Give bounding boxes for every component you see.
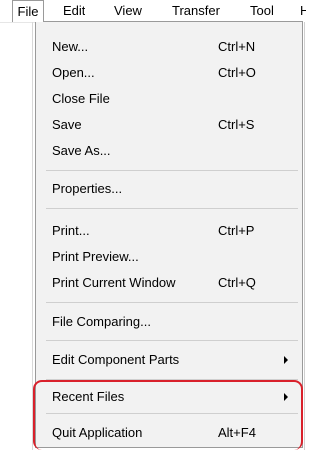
menubar-file[interactable]: File bbox=[12, 0, 44, 22]
menu-item-label: Save As... bbox=[52, 143, 111, 158]
menu-item-label: File Comparing... bbox=[52, 314, 151, 329]
menubar-help[interactable]: H bbox=[300, 0, 306, 21]
menu-item-label: Open... bbox=[52, 65, 95, 80]
menu-item-label: Properties... bbox=[52, 181, 123, 196]
window-edge-left bbox=[32, 22, 33, 450]
menu-item-label: Print... bbox=[52, 223, 90, 238]
menu-item-label: Save bbox=[52, 117, 82, 132]
menu-item-shortcut: Ctrl+Q bbox=[218, 275, 256, 290]
menu-item-shortcut: Ctrl+S bbox=[218, 117, 255, 132]
menu-separator bbox=[46, 340, 298, 341]
menubar-transfer[interactable]: Transfer bbox=[172, 0, 220, 21]
menu-item-label: New... bbox=[52, 39, 89, 54]
menu-item-label: Print Current Window bbox=[52, 275, 176, 290]
menu-item-shortcut: Ctrl+P bbox=[218, 223, 255, 238]
menu-item-open[interactable]: Open... Ctrl+O bbox=[36, 61, 302, 85]
menubar-view[interactable]: View bbox=[114, 0, 142, 21]
menu-item-label: Recent Files bbox=[52, 389, 125, 404]
menu-item-close-file[interactable]: Close File bbox=[36, 87, 302, 111]
menu-item-recent-files[interactable]: Recent Files bbox=[36, 385, 302, 409]
menu-separator bbox=[46, 302, 298, 303]
submenu-arrow-icon bbox=[284, 393, 288, 401]
menu-item-file-comparing[interactable]: File Comparing... bbox=[36, 310, 302, 334]
menubar-edit[interactable]: Edit bbox=[63, 0, 85, 21]
menu-item-label: Edit Component Parts bbox=[52, 352, 180, 367]
menu-separator bbox=[46, 208, 298, 209]
menu-item-edit-component-parts[interactable]: Edit Component Parts bbox=[36, 348, 302, 372]
submenu-arrow-icon bbox=[284, 356, 288, 364]
menu-item-shortcut: Alt+F4 bbox=[218, 425, 256, 440]
window-edge-right-line bbox=[304, 22, 305, 450]
file-menu-dropdown: New... Ctrl+N Open... Ctrl+O Close File … bbox=[35, 21, 303, 448]
menu-separator bbox=[46, 413, 298, 414]
menu-item-label: Print Preview... bbox=[52, 249, 139, 264]
menu-item-save-as[interactable]: Save As... bbox=[36, 139, 302, 163]
menu-item-shortcut: Ctrl+N bbox=[218, 39, 256, 54]
menu-item-print-preview[interactable]: Print Preview... bbox=[36, 245, 302, 269]
menu-item-properties[interactable]: Properties... bbox=[36, 177, 302, 201]
menu-separator bbox=[46, 170, 298, 171]
menu-item-quit-application[interactable]: Quit Application Alt+F4 bbox=[36, 421, 302, 445]
menubar-tool[interactable]: Tool bbox=[250, 0, 274, 21]
menu-item-shortcut: Ctrl+O bbox=[218, 65, 256, 80]
menu-item-label: Quit Application bbox=[52, 425, 143, 440]
menu-separator bbox=[46, 379, 298, 380]
menu-item-save[interactable]: Save Ctrl+S bbox=[36, 113, 302, 137]
menu-item-new[interactable]: New... Ctrl+N bbox=[36, 35, 302, 59]
menu-item-print-current-window[interactable]: Print Current Window Ctrl+Q bbox=[36, 271, 302, 295]
menu-item-label: Close File bbox=[52, 91, 110, 106]
menu-bar: File Edit View Transfer Tool H bbox=[0, 0, 306, 23]
menu-item-print[interactable]: Print... Ctrl+P bbox=[36, 219, 302, 243]
